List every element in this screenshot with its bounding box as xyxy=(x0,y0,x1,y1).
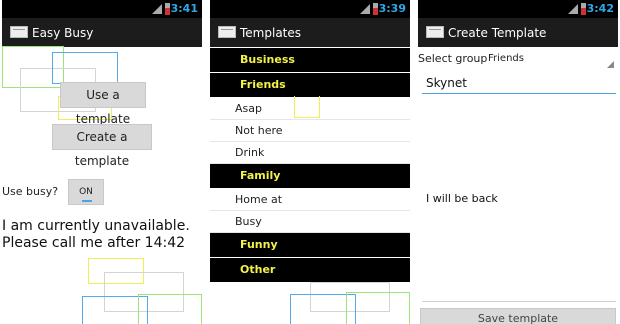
template-label: Not here xyxy=(235,124,283,137)
select-group-label: Select group xyxy=(418,52,488,65)
status-bar: 3:39 xyxy=(210,0,410,18)
status-bar: 3:41 xyxy=(2,0,202,18)
group-label: Friends xyxy=(240,78,286,91)
templates-screen: 3:39 Templates Business Friends Asap Not… xyxy=(210,0,410,324)
busy-message-line2: Please call me after 14:42 xyxy=(2,235,186,251)
group-friends[interactable]: Friends xyxy=(210,73,410,97)
template-item[interactable]: Home at xyxy=(210,189,410,211)
template-item[interactable]: Asap xyxy=(210,98,410,120)
battery-icon xyxy=(373,3,378,15)
action-bar: Easy Busy xyxy=(2,18,202,47)
template-label: Asap xyxy=(235,102,262,115)
app-icon xyxy=(10,26,28,38)
decor-rect xyxy=(88,258,144,284)
template-item[interactable]: Busy xyxy=(210,211,410,233)
status-time: 3:41 xyxy=(170,2,198,15)
group-label: Funny xyxy=(240,238,278,251)
decor-rect xyxy=(290,294,356,324)
template-message-value: I will be back xyxy=(426,192,498,205)
group-label: Family xyxy=(240,169,281,182)
save-template-button[interactable]: Save template xyxy=(420,308,616,324)
easy-busy-screen: 3:41 Easy Busy Use a template Create a t… xyxy=(2,0,202,324)
decor-rect xyxy=(52,52,118,84)
template-message-field[interactable]: I will be back xyxy=(422,98,616,302)
app-title: Easy Busy xyxy=(32,26,94,40)
create-template-screen: 3:42 Create Template Select group Friend… xyxy=(418,0,618,324)
decor-rect xyxy=(2,46,64,88)
busy-message-line1: I am currently unavailable. xyxy=(2,218,190,234)
battery-icon xyxy=(581,3,586,15)
use-template-button[interactable]: Use a template xyxy=(60,82,146,126)
toggle-state: ON xyxy=(79,187,93,197)
signal-icon xyxy=(152,4,162,14)
group-label: Business xyxy=(240,53,295,66)
group-family[interactable]: Family xyxy=(210,164,410,188)
group-label: Other xyxy=(240,263,276,276)
template-item[interactable]: Drink xyxy=(210,142,410,164)
signal-icon xyxy=(568,4,578,14)
template-label: Drink xyxy=(235,146,265,159)
template-name-field[interactable]: Skynet xyxy=(422,74,616,94)
status-time: 3:39 xyxy=(378,2,406,15)
group-other[interactable]: Other xyxy=(210,258,410,282)
template-name-value: Skynet xyxy=(426,76,467,90)
template-item[interactable]: Not here xyxy=(210,120,410,142)
use-busy-label: Use busy? xyxy=(2,185,59,198)
action-bar: Create Template xyxy=(418,18,618,47)
decor-rect xyxy=(138,294,202,324)
decor-rect xyxy=(104,272,184,312)
template-label: Busy xyxy=(235,215,262,228)
busy-toggle[interactable]: ON xyxy=(68,179,104,205)
decor-rect xyxy=(310,282,390,312)
status-bar: 3:42 xyxy=(418,0,618,18)
decor-rect xyxy=(82,296,148,324)
status-time: 3:42 xyxy=(586,2,614,15)
group-business[interactable]: Business xyxy=(210,48,410,72)
dropdown-arrow-icon xyxy=(607,61,614,68)
battery-icon xyxy=(165,3,170,15)
toggle-indicator xyxy=(82,200,92,202)
create-template-button[interactable]: Create a template xyxy=(52,124,152,168)
action-bar: Templates xyxy=(210,18,410,47)
app-icon xyxy=(426,26,444,38)
screen-title: Create Template xyxy=(448,26,547,40)
signal-icon xyxy=(360,4,370,14)
app-icon xyxy=(218,26,236,38)
selected-group: Friends xyxy=(488,53,524,64)
screen-title: Templates xyxy=(240,26,302,40)
busy-message: I am currently unavailable. Please call … xyxy=(2,218,190,252)
decor-rect xyxy=(346,292,410,324)
group-funny[interactable]: Funny xyxy=(210,233,410,257)
template-label: Home at xyxy=(235,193,283,206)
group-spinner[interactable]: Friends xyxy=(486,50,616,68)
